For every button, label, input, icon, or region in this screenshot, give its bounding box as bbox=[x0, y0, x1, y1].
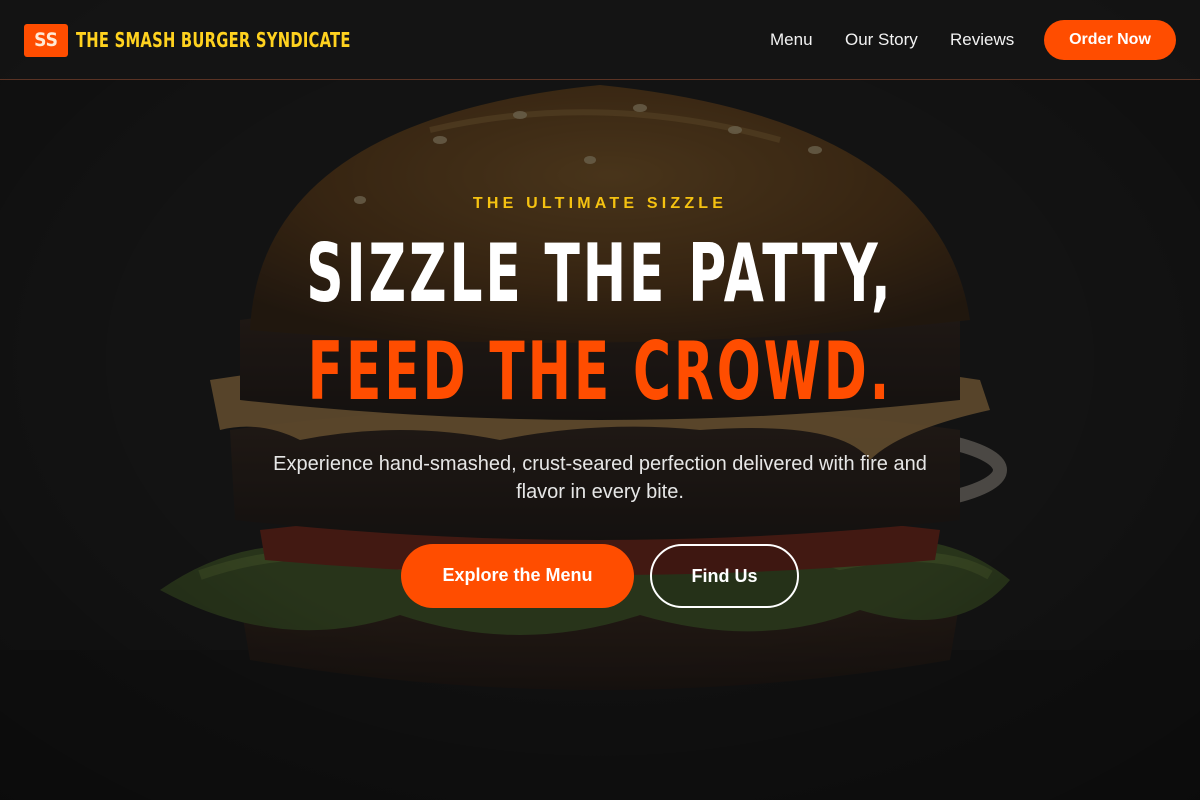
hero-headline-line2-text: FEED THE CROWD. bbox=[307, 325, 893, 418]
hero-headline-line1: SIZZLE THE PATTY, bbox=[0, 224, 1200, 324]
find-us-button[interactable]: Find Us bbox=[650, 544, 799, 608]
hero-headline-line1-text: SIZZLE THE PATTY, bbox=[306, 227, 894, 320]
order-now-button[interactable]: Order Now bbox=[1044, 20, 1176, 60]
logo-badge[interactable]: SS bbox=[24, 24, 68, 57]
landing-page: SS THE SMASH BURGER SYNDICATE Menu Our S… bbox=[0, 0, 1200, 800]
nav-link-our-story[interactable]: Our Story bbox=[845, 29, 918, 51]
hero-headline-line2: FEED THE CROWD. bbox=[0, 322, 1200, 422]
nav-link-reviews[interactable]: Reviews bbox=[950, 29, 1014, 51]
nav-link-menu[interactable]: Menu bbox=[770, 29, 813, 51]
hero-eyebrow: THE ULTIMATE SIZZLE bbox=[472, 195, 728, 212]
site-header: SS THE SMASH BURGER SYNDICATE Menu Our S… bbox=[0, 0, 1200, 80]
explore-menu-button[interactable]: Explore the Menu bbox=[401, 544, 634, 608]
hero-subtext: Experience hand-smashed, crust-seared pe… bbox=[273, 453, 927, 503]
brand-name[interactable]: THE SMASH BURGER SYNDICATE bbox=[76, 26, 351, 54]
